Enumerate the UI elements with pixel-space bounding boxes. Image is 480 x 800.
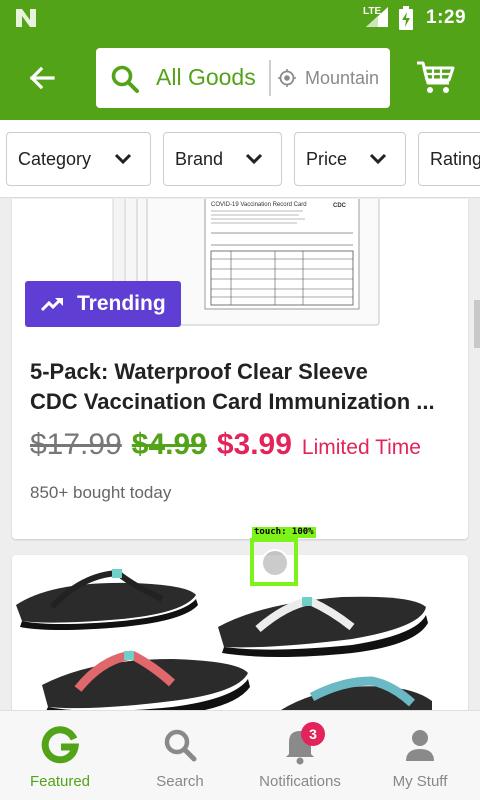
category-filter[interactable]: Category xyxy=(6,132,151,186)
nav-search[interactable]: Search xyxy=(120,711,240,800)
nav-search-label: Search xyxy=(156,773,204,790)
touch-point xyxy=(261,549,289,577)
nav-notifications-label: Notifications xyxy=(259,773,341,790)
cart-button[interactable] xyxy=(416,60,460,100)
location-icon xyxy=(278,69,296,87)
image-cdc-logo: CDC xyxy=(333,203,347,209)
arrow-back-icon xyxy=(29,66,55,90)
image-card-heading: COVID-19 Vaccination Record Card xyxy=(211,202,307,208)
status-bar: LTE 1:29 xyxy=(0,0,480,36)
chevron-down-icon xyxy=(369,153,387,165)
rating-filter[interactable]: Rating xyxy=(418,132,480,186)
nav-notifications[interactable]: Notifications xyxy=(240,711,360,800)
deal-title-line-2: CDC Vaccination Card Immunization ... xyxy=(30,389,435,414)
groupon-g-icon xyxy=(41,726,80,764)
notification-app-icon xyxy=(16,9,36,27)
touch-indicator-label: touch: 100% xyxy=(252,527,316,538)
location-text[interactable]: Mountain xyxy=(305,68,381,89)
search-icon xyxy=(111,65,139,93)
original-price: $17.99 xyxy=(30,428,122,461)
touch-indicator xyxy=(250,538,298,586)
trending-up-icon xyxy=(41,297,63,312)
brand-filter-label: Brand xyxy=(175,148,224,169)
app-bar: All Goods Mountain xyxy=(0,36,480,120)
scrollbar-thumb[interactable] xyxy=(474,300,480,348)
limited-time-label: Limited Time xyxy=(301,436,421,459)
cart-icon xyxy=(417,61,455,93)
person-icon xyxy=(406,730,434,761)
trending-badge: Trending xyxy=(25,281,181,327)
filter-bar: Category Brand Price Rating xyxy=(0,120,480,198)
bought-today-count: 850+ bought today xyxy=(30,483,172,502)
chevron-down-icon xyxy=(114,153,132,165)
price-filter-label: Price xyxy=(306,148,348,169)
price-filter[interactable]: Price xyxy=(294,132,406,186)
deal-title[interactable]: 5-Pack: Waterproof Clear Sleeve CDC Vacc… xyxy=(30,357,452,417)
final-price: $3.99 xyxy=(216,428,292,461)
search-query[interactable]: All Goods xyxy=(156,64,264,91)
nav-featured[interactable]: Featured xyxy=(0,711,120,800)
chevron-down-icon xyxy=(245,153,263,165)
deal-feed[interactable]: COVID-19 Vaccination Record Card CDC Tre… xyxy=(0,199,480,710)
price-row: $17.99 $4.99 $3.99 Limited Time xyxy=(30,428,421,468)
nav-featured-label: Featured xyxy=(29,773,91,790)
deal-card[interactable]: COVID-19 Vaccination Record Card CDC Tre… xyxy=(12,199,468,539)
back-button[interactable] xyxy=(20,58,64,98)
network-type: LTE xyxy=(363,6,382,17)
nav-my-stuff[interactable]: My Stuff xyxy=(360,711,480,800)
flip-flops-image xyxy=(12,555,468,710)
search-icon xyxy=(164,729,197,762)
deal-card[interactable] xyxy=(12,555,468,710)
deal-title-line-1: 5-Pack: Waterproof Clear Sleeve xyxy=(30,359,368,384)
notification-count-badge: 3 xyxy=(301,722,325,746)
clock: 1:29 xyxy=(426,7,467,28)
rating-filter-label: Rating xyxy=(430,148,480,169)
category-filter-label: Category xyxy=(18,148,92,169)
sale-price: $4.99 xyxy=(131,428,207,461)
search-divider xyxy=(269,60,271,96)
nav-my-stuff-label: My Stuff xyxy=(392,773,448,790)
trending-label: Trending xyxy=(77,292,166,315)
bottom-navigation: Featured Search Notifications My Stuff xyxy=(0,710,480,800)
battery-icon xyxy=(399,6,413,30)
brand-filter[interactable]: Brand xyxy=(163,132,282,186)
search-box[interactable]: All Goods Mountain xyxy=(96,48,390,108)
